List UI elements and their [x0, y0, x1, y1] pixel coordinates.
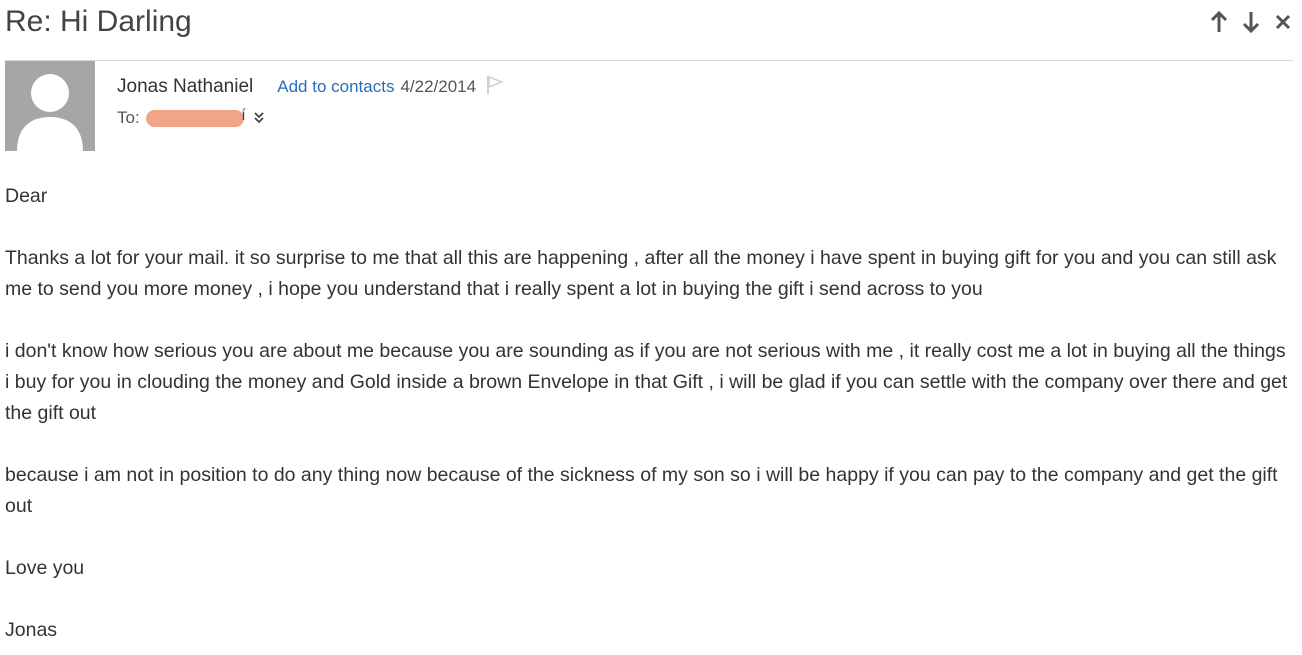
sender-row: Jonas Nathaniel Add to contacts 4/22/201… — [117, 72, 505, 100]
recipient-redacted: í — [145, 107, 246, 128]
redaction-mark — [145, 110, 244, 127]
message-navigation — [1208, 10, 1294, 34]
to-label: To: — [117, 108, 140, 127]
expand-recipients-button[interactable] — [254, 112, 264, 124]
close-button[interactable] — [1272, 10, 1294, 34]
recipients-row: To: í — [117, 107, 264, 128]
avatar — [5, 61, 95, 151]
recipient-tail: í — [241, 107, 246, 124]
previous-message-button[interactable] — [1208, 10, 1230, 34]
body-paragraph-3: because i am not in position to do any t… — [5, 464, 1278, 517]
arrow-up-icon — [1210, 11, 1228, 32]
email-subject: Re: Hi Darling — [5, 5, 192, 38]
flag-button[interactable] — [486, 75, 505, 100]
arrow-down-icon — [1242, 12, 1260, 33]
message-body: Dear Thanks a lot for your mail. it so s… — [5, 181, 1290, 655]
next-message-button[interactable] — [1240, 10, 1262, 34]
email-reading-pane: Re: Hi Darling Jonas Nathaniel Add to co… — [0, 0, 1302, 655]
message-date: 4/22/2014 — [400, 77, 477, 96]
body-paragraph-2: i don't know how serious you are about m… — [5, 340, 1288, 424]
sender-name: Jonas Nathaniel — [117, 76, 254, 97]
close-icon — [1275, 14, 1291, 30]
body-paragraph-1: Thanks a lot for your mail. it so surpri… — [5, 247, 1277, 300]
add-to-contacts-link[interactable]: Add to contacts — [277, 77, 394, 97]
double-chevron-down-icon — [254, 112, 264, 124]
header-divider — [5, 60, 1293, 61]
body-signature: Jonas — [5, 619, 58, 641]
flag-icon — [487, 75, 505, 94]
body-greeting: Dear — [5, 185, 48, 207]
body-closing: Love you — [5, 557, 85, 579]
person-silhouette-icon — [17, 74, 83, 151]
